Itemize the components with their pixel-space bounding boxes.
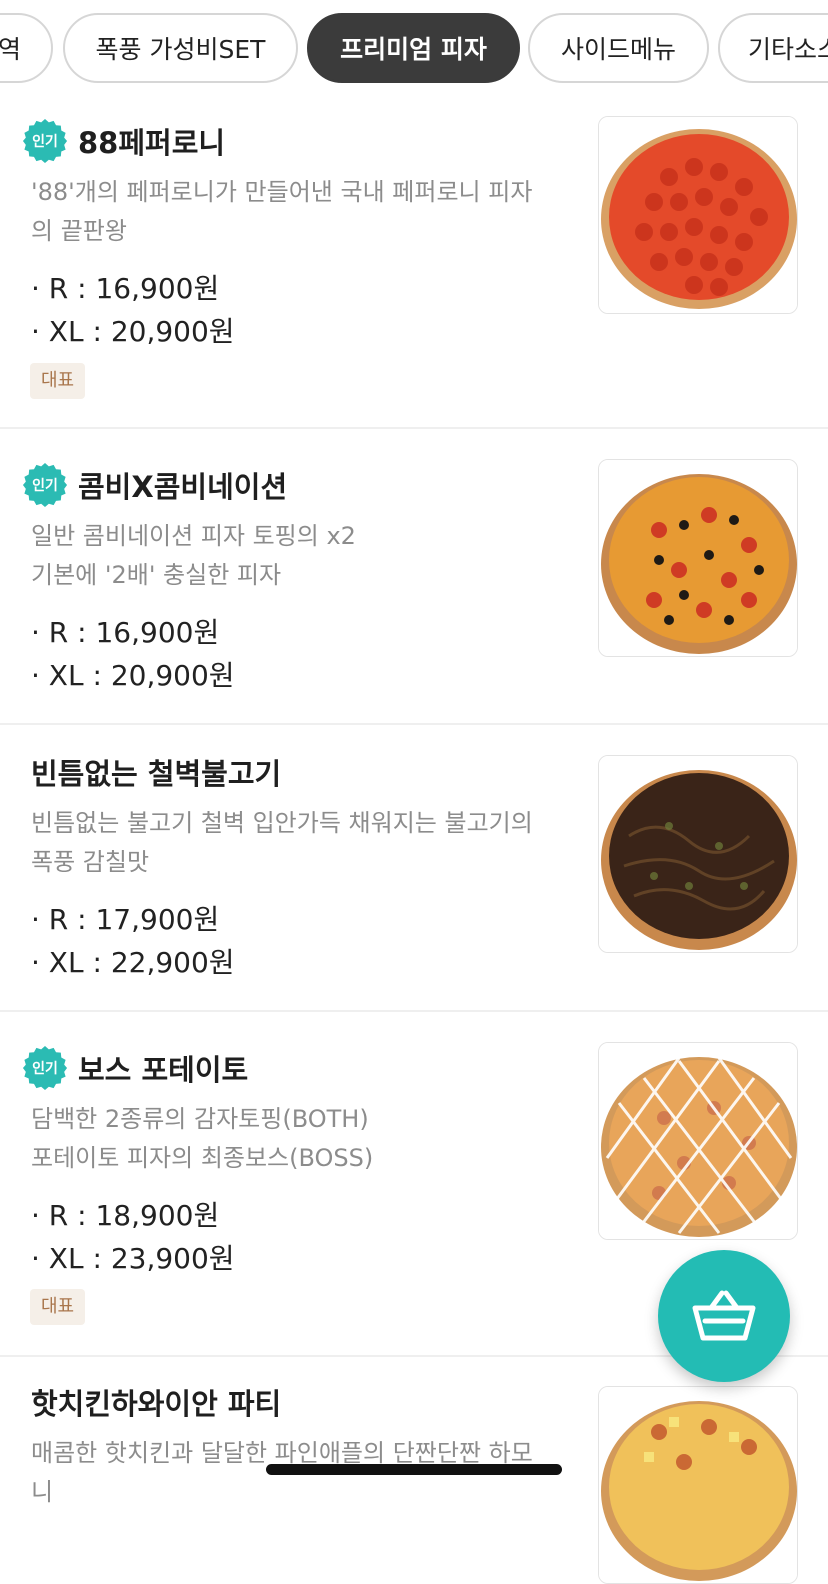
combination-pizza-image[interactable] — [598, 459, 798, 657]
menu-description-line: 기본에 '2배' 충실한 피자 — [31, 561, 282, 589]
menu-description-line: 니 — [31, 1478, 54, 1506]
menu-description-line: 일반 콤비네이션 피자 토핑의 x2 — [31, 522, 356, 550]
menu-item-bulgogi[interactable]: 빈틈없는 철벽불고기 빈틈없는 불고기 철벽 입안가득 채워지는 불고기의 폭풍… — [0, 725, 828, 1012]
home-indicator — [266, 1464, 562, 1475]
menu-description: '88'개의 페퍼로니가 만들어낸 국내 페퍼로니 피자 의 끝판왕 — [31, 173, 576, 251]
menu-description-line: 폭풍 감칠맛 — [31, 848, 150, 876]
signature-tag: 대표 — [30, 363, 86, 399]
menu-item-88-pepperoni[interactable]: 인기 88페퍼로니 '88'개의 페퍼로니가 만들어낸 국내 페퍼로니 피자 의… — [0, 100, 828, 429]
menu-description-line: 의 끝판왕 — [31, 217, 127, 245]
menu-name: 핫치킨하와이안 파티 — [31, 1387, 282, 1421]
price-xl: · XL : 22,900원 — [31, 946, 235, 979]
category-tab-bar: 역 폭풍 가성비SET 프리미엄 피자 사이드메뉴 기타소스 — [0, 0, 828, 100]
tab-side-menu[interactable]: 사이드메뉴 — [528, 13, 709, 83]
menu-name: 콤비X콤비네이션 — [78, 470, 288, 504]
menu-name: 보스 포테이토 — [78, 1053, 249, 1087]
menu-description: 빈틈없는 불고기 철벽 입안가득 채워지는 불고기의 폭풍 감칠맛 — [31, 804, 576, 882]
potato-pizza-image[interactable] — [598, 1042, 798, 1240]
menu-item-combination[interactable]: 인기 콤비X콤비네이션 일반 콤비네이션 피자 토핑의 x2 기본에 '2배' … — [0, 429, 828, 725]
menu-description: 담백한 2종류의 감자토핑(BOTH) 포테이토 피자의 최종보스(BOSS) — [31, 1100, 576, 1178]
popular-badge: 인기 — [22, 1045, 68, 1091]
popular-badge-label: 인기 — [32, 1061, 58, 1077]
popular-badge: 인기 — [22, 462, 68, 508]
popular-badge: 인기 — [22, 118, 68, 164]
tab-other-sauce[interactable]: 기타소스 — [718, 13, 828, 83]
menu-description-line: '88'개의 페퍼로니가 만들어낸 국내 페퍼로니 피자 — [31, 178, 533, 206]
price-regular: · R : 16,900원 — [31, 616, 220, 649]
menu-title-row: 인기 88페퍼로니 — [22, 118, 225, 164]
price-xl: · XL : 20,900원 — [31, 659, 235, 692]
menu-title-row: 인기 보스 포테이토 — [22, 1045, 248, 1091]
shopping-basket-icon — [692, 1290, 756, 1341]
menu-name: 88페퍼로니 — [78, 126, 226, 160]
tab-value-set[interactable]: 폭풍 가성비SET — [63, 13, 298, 83]
tab-station[interactable]: 역 — [0, 13, 53, 83]
price-xl: · XL : 20,900원 — [31, 315, 235, 348]
menu-title-row: 핫치킨하와이안 파티 — [31, 1379, 281, 1425]
menu-description-line: 담백한 2종류의 감자토핑(BOTH) — [31, 1105, 369, 1133]
menu-description-line: 빈틈없는 불고기 철벽 입안가득 채워지는 불고기의 — [31, 809, 533, 837]
popular-badge-label: 인기 — [32, 478, 58, 494]
menu-title-row: 인기 콤비X콤비네이션 — [22, 462, 287, 508]
price-xl: · XL : 23,900원 — [31, 1242, 235, 1275]
signature-tag: 대표 — [30, 1289, 86, 1325]
tab-premium-pizza[interactable]: 프리미엄 피자 — [307, 13, 520, 83]
pepperoni-pizza-image[interactable] — [598, 116, 798, 314]
bulgogi-pizza-image[interactable] — [598, 755, 798, 953]
price-regular: · R : 16,900원 — [31, 272, 220, 305]
hawaiian-pizza-image[interactable] — [598, 1386, 798, 1584]
popular-badge-label: 인기 — [32, 134, 58, 150]
price-regular: · R : 17,900원 — [31, 903, 220, 936]
cart-button[interactable] — [658, 1250, 790, 1382]
menu-title-row: 빈틈없는 철벽불고기 — [31, 749, 281, 795]
price-regular: · R : 18,900원 — [31, 1199, 220, 1232]
menu-description-line: 포테이토 피자의 최종보스(BOSS) — [31, 1144, 374, 1172]
menu-name: 빈틈없는 철벽불고기 — [31, 757, 282, 791]
menu-description: 일반 콤비네이션 피자 토핑의 x2 기본에 '2배' 충실한 피자 — [31, 517, 576, 595]
